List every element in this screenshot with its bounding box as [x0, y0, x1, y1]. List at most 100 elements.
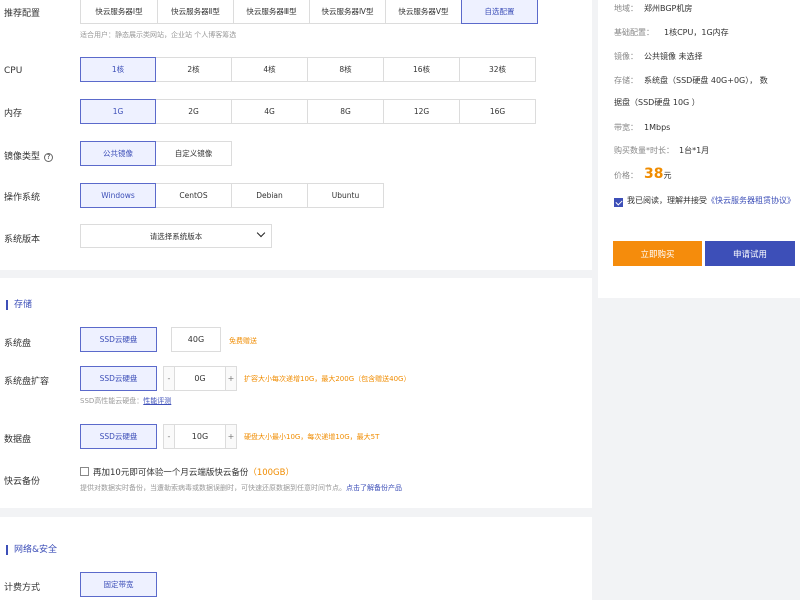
option-recommend-type4[interactable]: 快云服务器Ⅳ型	[309, 0, 386, 24]
option-memory-16g[interactable]: 16G	[459, 99, 536, 124]
system-expand-minus-button[interactable]: -	[163, 366, 175, 391]
summary-storage-key: 存储：	[614, 76, 638, 85]
option-public-image[interactable]: 公共镜像	[80, 141, 156, 166]
summary-basic: 基础配置： 1核CPU，1G内存	[614, 27, 729, 38]
os-options: Windows CentOS Debian Ubuntu	[80, 183, 384, 208]
system-expand-note: 扩容大小每次递增10G，最大200G（包含赠送40G）	[244, 375, 411, 383]
option-cpu-1[interactable]: 1核	[80, 57, 156, 82]
recommend-options: 快云服务器Ⅰ型 快云服务器Ⅱ型 快云服务器Ⅲ型 快云服务器Ⅳ型 快云服务器Ⅴ型 …	[80, 0, 538, 24]
backup-hint-text: 提供对数据实时备份，当遭勒索病毒或数据误删时，可快速还原数据到任意时间节点。	[80, 484, 346, 492]
option-cpu-16[interactable]: 16核	[383, 57, 460, 82]
agreement-checkbox[interactable]	[614, 198, 623, 207]
agreement-text: 我已阅读，理解并接受《快云服务器租赁协议》	[627, 193, 800, 209]
data-disk-plus-button[interactable]: +	[225, 424, 237, 449]
summary-price: 价格： 38元	[614, 166, 671, 182]
summary-region-key: 地域：	[614, 4, 638, 13]
agreement-link[interactable]: 《快云服务器租赁协议》	[707, 196, 795, 205]
version-label: 系统版本	[4, 235, 41, 245]
option-cpu-2[interactable]: 2核	[155, 57, 232, 82]
help-icon[interactable]: ?	[44, 153, 54, 162]
data-disk-type[interactable]: SSD云硬盘	[80, 424, 157, 449]
cpu-options: 1核 2核 4核 8核 16核 32核	[80, 57, 536, 82]
data-disk-minus-button[interactable]: -	[163, 424, 175, 449]
apply-trial-button[interactable]: 申请试用	[705, 241, 795, 266]
option-os-centos[interactable]: CentOS	[155, 183, 232, 208]
option-memory-4g[interactable]: 4G	[231, 99, 308, 124]
cpu-label: CPU	[4, 66, 23, 76]
option-memory-12g[interactable]: 12G	[383, 99, 460, 124]
summary-region-value: 郑州BGP机房	[644, 4, 693, 13]
system-expand-plus-button[interactable]: +	[225, 366, 237, 391]
option-recommend-type2[interactable]: 快云服务器Ⅱ型	[157, 0, 234, 24]
image-type-options: 公共镜像 自定义镜像	[80, 141, 232, 166]
data-disk-note: 硬盘大小最小10G，每次递增10G，最大5T	[244, 433, 380, 441]
summary-quantity-key: 购买数量*时长：	[614, 146, 674, 155]
summary-bandwidth-value: 1Mbps	[644, 123, 671, 132]
option-memory-8g[interactable]: 8G	[307, 99, 384, 124]
data-disk-value[interactable]: 10G	[175, 424, 225, 449]
system-disk-label: 系统盘	[4, 339, 32, 349]
summary-image: 镜像： 公共镜像 未选择	[614, 51, 703, 62]
system-disk-type[interactable]: SSD云硬盘	[80, 327, 157, 352]
option-recommend-custom[interactable]: 自选配置	[461, 0, 538, 24]
summary-image-key: 镜像：	[614, 52, 638, 61]
memory-label: 内存	[4, 109, 23, 119]
option-recommend-type3[interactable]: 快云服务器Ⅲ型	[233, 0, 310, 24]
summary-price-amount: 38	[644, 166, 664, 182]
option-os-debian[interactable]: Debian	[231, 183, 308, 208]
option-cpu-32[interactable]: 32核	[459, 57, 536, 82]
summary-bandwidth: 带宽： 1Mbps	[614, 122, 670, 133]
os-label: 操作系统	[4, 193, 41, 203]
summary-storage: 存储： 系统盘（SSD硬盘 40G+0G）， 数	[614, 75, 768, 86]
system-expand-type[interactable]: SSD云硬盘	[80, 366, 157, 391]
summary-image-value: 公共镜像 未选择	[644, 52, 703, 61]
chevron-down-icon	[256, 228, 266, 238]
storage-section-title: 存储	[6, 300, 32, 310]
billing-fixed-bandwidth[interactable]: 固定带宽	[80, 572, 157, 597]
memory-options: 1G 2G 4G 8G 12G 16G	[80, 99, 536, 124]
system-expand-stepper: - 0G +	[163, 366, 237, 391]
summary-basic-value: 1核CPU，1G内存	[664, 28, 729, 37]
backup-checkbox[interactable]	[80, 467, 89, 476]
backup-offer-text: 再加10元即可体验一个月云端版快云备份	[93, 468, 249, 478]
ssd-hint: SSD高性能云硬盘：性能评测	[80, 396, 171, 406]
backup-label: 快云备份	[4, 477, 41, 487]
summary-price-key: 价格：	[614, 171, 638, 180]
image-type-label: 镜像类型?	[4, 149, 54, 162]
recommend-label: 推荐配置	[4, 9, 41, 19]
summary-storage-value: 系统盘（SSD硬盘 40G+0G）， 数	[644, 76, 768, 85]
backup-hint: 提供对数据实时备份，当遭勒索病毒或数据误删时，可快速还原数据到任意时间节点。点击…	[80, 483, 402, 493]
system-expand-label: 系统盘扩容	[4, 377, 50, 387]
backup-offer: 再加10元即可体验一个月云端版快云备份（100GB）	[93, 466, 294, 478]
option-cpu-8[interactable]: 8核	[307, 57, 384, 82]
summary-bandwidth-key: 带宽：	[614, 123, 638, 132]
option-cpu-4[interactable]: 4核	[231, 57, 308, 82]
option-custom-image[interactable]: 自定义镜像	[155, 141, 232, 166]
backup-product-link[interactable]: 点击了解备份产品	[346, 484, 402, 492]
data-disk-stepper: - 10G +	[163, 424, 237, 449]
summary-quantity-value: 1台*1月	[679, 146, 710, 155]
version-select[interactable]: 请选择系统版本	[80, 224, 272, 248]
option-recommend-type5[interactable]: 快云服务器Ⅴ型	[385, 0, 462, 24]
system-disk-note: 免费赠送	[229, 337, 257, 345]
recommend-hint: 适合用户：静态展示类网站，企业站 个人博客筹选	[80, 31, 237, 39]
system-disk-size: 40G	[171, 327, 221, 352]
data-disk-label: 数据盘	[4, 435, 32, 445]
image-type-label-text: 镜像类型	[4, 152, 41, 162]
option-recommend-type1[interactable]: 快云服务器Ⅰ型	[80, 0, 158, 24]
option-memory-2g[interactable]: 2G	[155, 99, 232, 124]
system-expand-value[interactable]: 0G	[175, 366, 225, 391]
network-section-title: 网络&安全	[6, 545, 57, 555]
performance-review-link[interactable]: 性能评测	[143, 397, 171, 405]
summary-region: 地域： 郑州BGP机房	[614, 3, 692, 14]
option-memory-1g[interactable]: 1G	[80, 99, 156, 124]
agreement-prefix: 我已阅读，理解并接受	[627, 196, 707, 205]
summary-quantity: 购买数量*时长： 1台*1月	[614, 145, 709, 156]
option-os-ubuntu[interactable]: Ubuntu	[307, 183, 384, 208]
summary-price-unit: 元	[663, 171, 672, 180]
billing-label: 计费方式	[4, 583, 41, 593]
summary-storage-line2: 据盘（SSD硬盘 10G ）	[614, 98, 700, 107]
ssd-hint-text: SSD高性能云硬盘：	[80, 397, 144, 405]
buy-now-button[interactable]: 立即购买	[613, 241, 702, 266]
option-os-windows[interactable]: Windows	[80, 183, 156, 208]
